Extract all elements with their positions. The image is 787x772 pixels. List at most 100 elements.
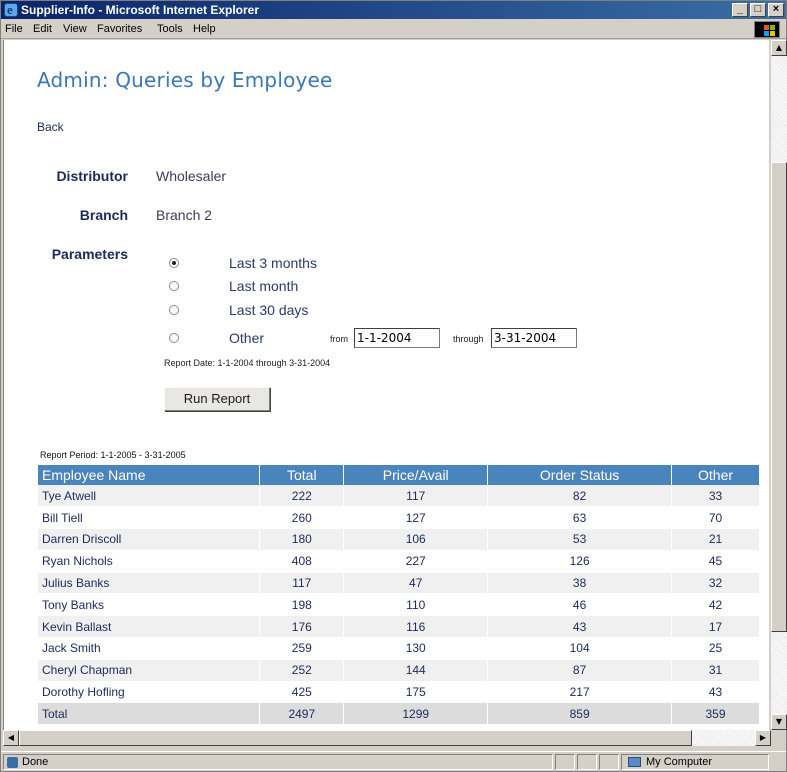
radio-label-last-30-days: Last 30 days bbox=[229, 302, 309, 318]
other-cell: 31 bbox=[671, 659, 760, 682]
from-date-input[interactable] bbox=[354, 328, 440, 348]
parameters-label: Parameters bbox=[51, 246, 128, 262]
total-cell: 222 bbox=[259, 485, 345, 508]
from-label: from bbox=[330, 334, 348, 344]
table-total-row: Total 2497 1299 859 359 bbox=[38, 702, 760, 726]
table-row: Ryan Nichols 408 227 126 45 bbox=[38, 550, 760, 573]
through-date-input[interactable] bbox=[491, 328, 577, 348]
total-cell: 425 bbox=[259, 681, 345, 704]
employee-name-cell: Bill Tiell bbox=[38, 506, 261, 530]
windows-logo-icon bbox=[754, 21, 780, 38]
horizontal-scrollbar[interactable]: ◀ ▶ bbox=[3, 730, 771, 746]
horizontal-scroll-thumb[interactable] bbox=[19, 730, 692, 746]
other-cell: 32 bbox=[671, 572, 760, 595]
total-cell: 252 bbox=[259, 659, 345, 682]
status-text: Done bbox=[22, 756, 49, 768]
total-cell: 180 bbox=[259, 528, 345, 551]
other-cell: 21 bbox=[671, 528, 760, 551]
order-status-cell: 38 bbox=[487, 572, 673, 595]
price-avail-cell: 175 bbox=[343, 681, 489, 704]
status-zone-pane: My Computer bbox=[621, 754, 769, 770]
status-pane-4 bbox=[599, 754, 619, 770]
other-cell: 17 bbox=[671, 615, 760, 639]
menu-tools[interactable]: Tools bbox=[157, 23, 183, 35]
total-value-cell: 2497 bbox=[259, 702, 345, 726]
scroll-right-arrow-icon[interactable]: ▶ bbox=[755, 730, 771, 746]
radio-label-last-month: Last month bbox=[229, 278, 299, 294]
price-avail-cell: 110 bbox=[343, 593, 489, 617]
close-button[interactable]: × bbox=[768, 3, 784, 17]
employee-name-cell: Tony Banks bbox=[38, 593, 261, 617]
vertical-scroll-thumb[interactable] bbox=[771, 162, 787, 632]
menu-favorites[interactable]: Favorites bbox=[97, 23, 142, 35]
price-avail-cell: 227 bbox=[343, 550, 489, 573]
order-status-cell: 82 bbox=[487, 485, 673, 508]
total-cell: 408 bbox=[259, 550, 345, 573]
status-pane-2 bbox=[555, 754, 575, 770]
column-header-employee-name: Employee Name bbox=[38, 465, 261, 485]
order-status-cell: 43 bbox=[487, 615, 673, 639]
page-viewport: Admin: Queries by Employee Back Distribu… bbox=[3, 40, 769, 730]
order-status-cell: 104 bbox=[487, 637, 673, 660]
title-bar: Supplier-Info - Microsoft Internet Explo… bbox=[1, 1, 786, 19]
order-status-cell: 46 bbox=[487, 593, 673, 617]
other-cell: 70 bbox=[671, 506, 760, 530]
other-cell: 25 bbox=[671, 637, 760, 660]
menu-help[interactable]: Help bbox=[193, 23, 216, 35]
page-title: Admin: Queries by Employee bbox=[37, 68, 333, 92]
browser-window: Supplier-Info - Microsoft Internet Explo… bbox=[0, 0, 787, 772]
table-row: Cheryl Chapman 252 144 87 31 bbox=[38, 659, 760, 682]
my-computer-icon bbox=[628, 757, 641, 767]
scroll-up-arrow-icon[interactable]: ▲ bbox=[771, 40, 787, 56]
employee-name-cell: Kevin Ballast bbox=[38, 615, 261, 639]
status-bar: Done My Computer bbox=[1, 751, 786, 771]
radio-label-last-3-months: Last 3 months bbox=[229, 255, 317, 271]
price-avail-cell: 144 bbox=[343, 659, 489, 682]
scroll-down-arrow-icon[interactable]: ▼ bbox=[771, 714, 787, 730]
branch-value: Branch 2 bbox=[156, 207, 213, 223]
other-cell: 33 bbox=[671, 485, 760, 508]
total-value-cell: 359 bbox=[671, 702, 760, 726]
back-link[interactable]: Back bbox=[37, 120, 64, 134]
internet-explorer-icon bbox=[4, 1, 18, 19]
radio-label-other: Other bbox=[229, 330, 265, 346]
column-header-total: Total bbox=[259, 465, 345, 485]
price-avail-cell: 117 bbox=[343, 485, 489, 508]
radio-last-3-months[interactable] bbox=[169, 258, 179, 268]
through-label: through bbox=[453, 334, 484, 344]
price-avail-cell: 47 bbox=[343, 572, 489, 595]
run-report-button[interactable]: Run Report bbox=[164, 387, 270, 411]
total-cell: 259 bbox=[259, 637, 345, 660]
report-table: Employee Name Total Price/Avail Order St… bbox=[38, 465, 760, 726]
radio-other[interactable] bbox=[169, 333, 179, 343]
table-row: Tony Banks 198 110 46 42 bbox=[38, 593, 760, 617]
scroll-left-arrow-icon[interactable]: ◀ bbox=[3, 730, 19, 746]
order-status-cell: 63 bbox=[487, 506, 673, 530]
employee-name-cell: Darren Driscoll bbox=[38, 528, 261, 551]
employee-name-cell: Dorothy Hofling bbox=[38, 681, 261, 704]
minimize-button[interactable]: _ bbox=[732, 3, 748, 17]
total-cell: 117 bbox=[259, 572, 345, 595]
employee-name-cell: Ryan Nichols bbox=[38, 550, 261, 573]
price-avail-cell: 106 bbox=[343, 528, 489, 551]
maximize-button[interactable]: □ bbox=[750, 3, 766, 17]
column-header-other: Other bbox=[671, 465, 760, 485]
menu-view[interactable]: View bbox=[63, 23, 87, 35]
vertical-scrollbar[interactable]: ▲ ▼ bbox=[771, 40, 787, 730]
column-header-order-status: Order Status bbox=[487, 465, 673, 485]
total-value-cell: 1299 bbox=[343, 702, 489, 726]
menu-bar: File Edit View Favorites Tools Help bbox=[1, 20, 786, 39]
table-row: Bill Tiell 260 127 63 70 bbox=[38, 506, 760, 530]
table-header-row: Employee Name Total Price/Avail Order St… bbox=[38, 465, 760, 485]
report-period: Report Period: 1-1-2005 - 3-31-2005 bbox=[40, 450, 186, 460]
menu-edit[interactable]: Edit bbox=[33, 23, 52, 35]
menu-file[interactable]: File bbox=[5, 23, 23, 35]
other-cell: 43 bbox=[671, 681, 760, 704]
radio-last-30-days[interactable] bbox=[169, 305, 179, 315]
table-body: Tye Atwell 222 117 82 33 Bill Tiell 260 127 63 70… bbox=[38, 485, 760, 726]
order-status-cell: 217 bbox=[487, 681, 673, 704]
other-cell: 42 bbox=[671, 593, 760, 617]
other-cell: 45 bbox=[671, 550, 760, 573]
radio-last-month[interactable] bbox=[169, 281, 179, 291]
price-avail-cell: 116 bbox=[343, 615, 489, 639]
